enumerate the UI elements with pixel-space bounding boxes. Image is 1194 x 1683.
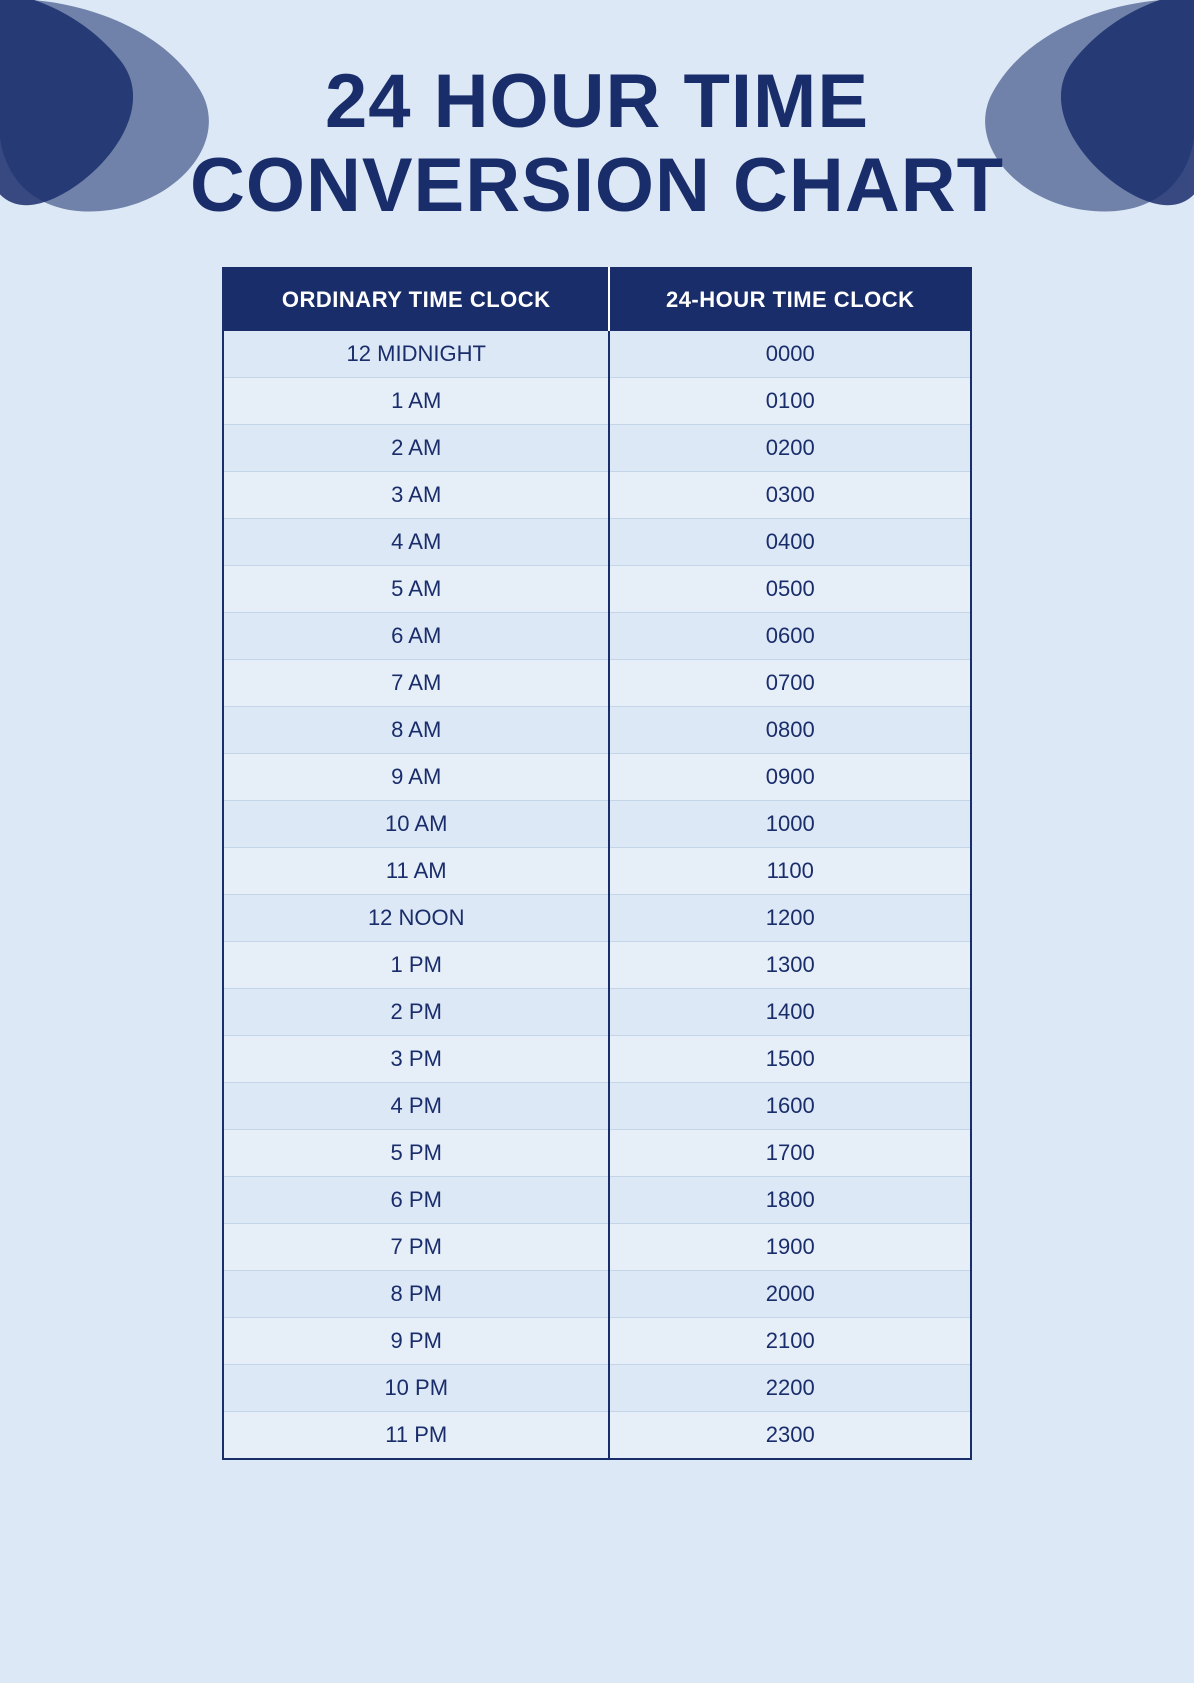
table-row: 10 AM1000 — [223, 801, 971, 848]
ordinary-time-cell: 9 AM — [223, 754, 609, 801]
ordinary-time-cell: 2 PM — [223, 989, 609, 1036]
table-row: 5 AM0500 — [223, 566, 971, 613]
table-header-row: ORDINARY TIME CLOCK 24-HOUR TIME CLOCK — [223, 268, 971, 331]
table-row: 8 PM2000 — [223, 1271, 971, 1318]
military-time-cell: 0300 — [609, 472, 971, 519]
table-row: 2 AM0200 — [223, 425, 971, 472]
ordinary-time-cell: 3 PM — [223, 1036, 609, 1083]
table-row: 12 NOON1200 — [223, 895, 971, 942]
ordinary-time-cell: 5 PM — [223, 1130, 609, 1177]
table-row: 3 AM0300 — [223, 472, 971, 519]
table-row: 7 PM1900 — [223, 1224, 971, 1271]
military-time-cell: 0700 — [609, 660, 971, 707]
military-time-cell: 0900 — [609, 754, 971, 801]
ordinary-time-cell: 1 AM — [223, 378, 609, 425]
military-time-cell: 1200 — [609, 895, 971, 942]
table-row: 10 PM2200 — [223, 1365, 971, 1412]
ordinary-time-cell: 2 AM — [223, 425, 609, 472]
table-row: 11 PM2300 — [223, 1412, 971, 1460]
ordinary-time-cell: 8 PM — [223, 1271, 609, 1318]
ordinary-time-cell: 12 NOON — [223, 895, 609, 942]
ordinary-time-cell: 10 PM — [223, 1365, 609, 1412]
col-header-military: 24-HOUR TIME CLOCK — [609, 268, 971, 331]
table-row: 8 AM0800 — [223, 707, 971, 754]
ordinary-time-cell: 7 AM — [223, 660, 609, 707]
military-time-cell: 0400 — [609, 519, 971, 566]
military-time-cell: 0200 — [609, 425, 971, 472]
table-row: 6 AM0600 — [223, 613, 971, 660]
ordinary-time-cell: 4 AM — [223, 519, 609, 566]
ordinary-time-cell: 8 AM — [223, 707, 609, 754]
ordinary-time-cell: 7 PM — [223, 1224, 609, 1271]
table-row: 2 PM1400 — [223, 989, 971, 1036]
military-time-cell: 1300 — [609, 942, 971, 989]
military-time-cell: 0100 — [609, 378, 971, 425]
military-time-cell: 0000 — [609, 331, 971, 378]
military-time-cell: 1100 — [609, 848, 971, 895]
military-time-cell: 0800 — [609, 707, 971, 754]
page-title: 24 HOUR TIME CONVERSION CHART — [0, 0, 1194, 267]
military-time-cell: 1700 — [609, 1130, 971, 1177]
table-row: 1 AM0100 — [223, 378, 971, 425]
table-row: 6 PM1800 — [223, 1177, 971, 1224]
ordinary-time-cell: 1 PM — [223, 942, 609, 989]
military-time-cell: 1800 — [609, 1177, 971, 1224]
military-time-cell: 2300 — [609, 1412, 971, 1460]
ordinary-time-cell: 9 PM — [223, 1318, 609, 1365]
ordinary-time-cell: 10 AM — [223, 801, 609, 848]
ordinary-time-cell: 12 MIDNIGHT — [223, 331, 609, 378]
military-time-cell: 1400 — [609, 989, 971, 1036]
military-time-cell: 1500 — [609, 1036, 971, 1083]
table-row: 1 PM1300 — [223, 942, 971, 989]
ordinary-time-cell: 4 PM — [223, 1083, 609, 1130]
col-header-ordinary: ORDINARY TIME CLOCK — [223, 268, 609, 331]
conversion-table: ORDINARY TIME CLOCK 24-HOUR TIME CLOCK 1… — [222, 267, 972, 1460]
table-row: 7 AM0700 — [223, 660, 971, 707]
ordinary-time-cell: 5 AM — [223, 566, 609, 613]
table-row: 5 PM1700 — [223, 1130, 971, 1177]
military-time-cell: 2000 — [609, 1271, 971, 1318]
ordinary-time-cell: 3 AM — [223, 472, 609, 519]
table-row: 9 AM0900 — [223, 754, 971, 801]
ordinary-time-cell: 6 PM — [223, 1177, 609, 1224]
ordinary-time-cell: 6 AM — [223, 613, 609, 660]
military-time-cell: 1900 — [609, 1224, 971, 1271]
conversion-table-container: ORDINARY TIME CLOCK 24-HOUR TIME CLOCK 1… — [222, 267, 972, 1460]
military-time-cell: 0600 — [609, 613, 971, 660]
table-row: 12 MIDNIGHT0000 — [223, 331, 971, 378]
table-row: 9 PM2100 — [223, 1318, 971, 1365]
military-time-cell: 1600 — [609, 1083, 971, 1130]
ordinary-time-cell: 11 PM — [223, 1412, 609, 1460]
table-row: 4 PM1600 — [223, 1083, 971, 1130]
ordinary-time-cell: 11 AM — [223, 848, 609, 895]
military-time-cell: 1000 — [609, 801, 971, 848]
title-line1: 24 HOUR TIME — [325, 59, 869, 144]
title-line2: CONVERSION CHART — [190, 143, 1004, 228]
military-time-cell: 2100 — [609, 1318, 971, 1365]
military-time-cell: 0500 — [609, 566, 971, 613]
military-time-cell: 2200 — [609, 1365, 971, 1412]
table-row: 11 AM1100 — [223, 848, 971, 895]
table-row: 3 PM1500 — [223, 1036, 971, 1083]
table-row: 4 AM0400 — [223, 519, 971, 566]
